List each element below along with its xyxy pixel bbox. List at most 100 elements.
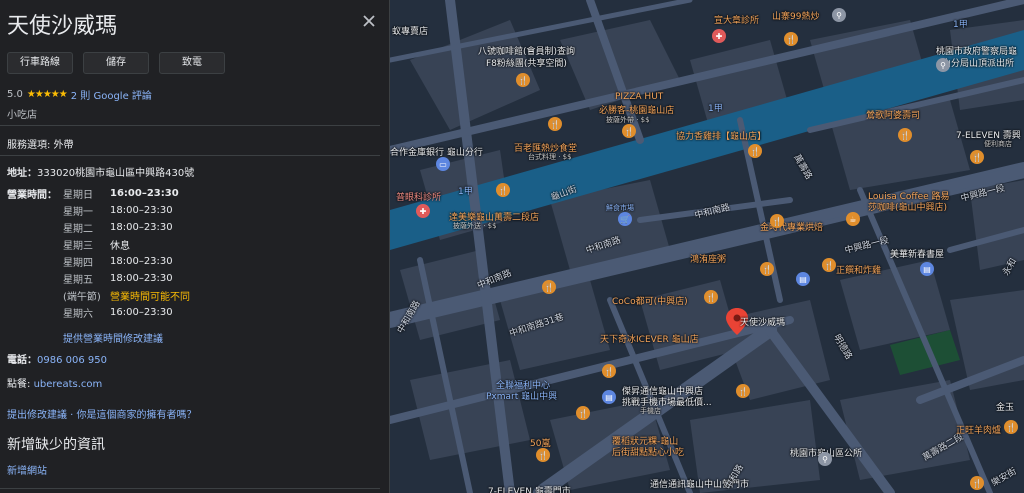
hours-time: 16:00–23:30 bbox=[110, 188, 179, 199]
address-label: 地址： bbox=[7, 168, 37, 179]
hours-day: 星期六 bbox=[63, 309, 93, 320]
restaurant-icon[interactable]: 🍴 bbox=[736, 384, 750, 398]
action-buttons: 行車路線 儲存 致電 bbox=[7, 52, 225, 74]
map-label[interactable]: F8粉絲團(共享空間) bbox=[486, 56, 567, 69]
address-row: 地址：333020桃園市龜山區中興路430號 bbox=[7, 164, 194, 179]
restaurant-icon[interactable]: 🍴 bbox=[496, 183, 510, 197]
restaurant-icon[interactable]: 🍴 bbox=[784, 32, 798, 46]
map-label[interactable]: PIZZA HUT bbox=[615, 92, 663, 102]
restaurant-icon[interactable]: 🍴 bbox=[704, 290, 718, 304]
restaurant-icon[interactable]: 🍴 bbox=[548, 117, 562, 131]
map-label[interactable]: Pxmart 龜山中興 bbox=[486, 389, 557, 402]
government-icon[interactable]: ⚲ bbox=[818, 452, 832, 466]
map-label[interactable]: 鶯歌阿婆壽司 bbox=[866, 108, 920, 121]
directions-button[interactable]: 行車路線 bbox=[7, 52, 73, 74]
restaurant-icon[interactable]: 🍴 bbox=[536, 448, 550, 462]
hours-time: 18:00–23:30 bbox=[110, 222, 173, 233]
rating-score: 5.0 bbox=[7, 89, 23, 100]
restaurant-icon[interactable]: 🍴 bbox=[898, 128, 912, 142]
hours-day: 星期日 bbox=[63, 190, 93, 201]
store-icon[interactable]: 🍴 bbox=[970, 150, 984, 164]
hours-row: 星期六 16:00–23:30 bbox=[7, 304, 307, 321]
hospital-icon[interactable]: ✚ bbox=[712, 29, 726, 43]
map-label: 1甲 bbox=[953, 20, 968, 30]
shopping-icon[interactable]: ▤ bbox=[602, 390, 616, 404]
map-label[interactable]: 天下奇冰ICEVER 龜山店 bbox=[600, 332, 699, 345]
hours-day: 星期三 bbox=[63, 241, 93, 252]
map-label[interactable]: 蚁專賣店 bbox=[392, 24, 428, 37]
bank-icon[interactable]: ▭ bbox=[436, 157, 450, 171]
restaurant-icon[interactable]: 🍴 bbox=[576, 406, 590, 420]
hospital-icon[interactable]: ✚ bbox=[416, 204, 430, 218]
map-label: 便利商店 bbox=[984, 140, 1012, 148]
map-label[interactable]: 合作金庫銀行 龜山分行 bbox=[390, 145, 483, 158]
order-link[interactable]: ubereats.com bbox=[34, 379, 103, 390]
suggest-edit-link[interactable]: 提出修改建議 · 你是這個商家的擁有者嗎？ bbox=[7, 406, 197, 421]
close-icon[interactable] bbox=[358, 10, 380, 32]
map-label: 台式料理 · $$ bbox=[528, 153, 572, 161]
add-website-link[interactable]: 新增網站 bbox=[7, 462, 47, 477]
category: 小吃店 bbox=[7, 110, 37, 121]
map-label[interactable]: CoCo都可(中興店) bbox=[612, 294, 688, 307]
map-label[interactable]: 挑戰手機市場最低價... bbox=[622, 395, 712, 408]
map-label[interactable]: 7-ELEVEN 龜壽門市 bbox=[488, 484, 571, 493]
map-label[interactable]: 普眼科診所 bbox=[396, 190, 441, 203]
bookstore-icon[interactable]: ▤ bbox=[920, 262, 934, 276]
map-label[interactable]: 金玉 bbox=[996, 400, 1014, 413]
map-label[interactable]: 正饌和炸雞 bbox=[836, 263, 881, 276]
restaurant-icon[interactable]: 🍴 bbox=[516, 73, 530, 87]
map-label[interactable]: 后街甜點點心小吃 bbox=[612, 445, 684, 458]
order-label: 點餐: bbox=[7, 379, 31, 390]
bakery-icon[interactable]: 🍴 bbox=[770, 214, 784, 228]
suggest-hours-link[interactable]: 提供營業時間修改建議 bbox=[63, 330, 163, 345]
phone-row: 電話：0986 006 950 bbox=[7, 351, 107, 366]
save-button[interactable]: 儲存 bbox=[83, 52, 149, 74]
restaurant-icon[interactable]: 🍴 bbox=[622, 124, 636, 138]
call-button[interactable]: 致電 bbox=[159, 52, 225, 74]
map-label[interactable]: 協力香雞排【龜山店】 bbox=[676, 129, 766, 142]
place-title: 天使沙威瑪 bbox=[7, 14, 118, 39]
map-label[interactable]: 鴻洧座粥 bbox=[690, 252, 726, 265]
hours-day: 星期一 bbox=[63, 207, 93, 218]
place-details-panel: 天使沙威瑪 行車路線 儲存 致電 5.0 ★★★★★ 2 則 Google 評論… bbox=[0, 0, 390, 493]
service-options: 服務選項: 外帶 bbox=[7, 140, 74, 151]
restaurant-icon[interactable]: 🍴 bbox=[760, 262, 774, 276]
map-label[interactable]: 山寨99熱炒 bbox=[772, 9, 819, 22]
map-label[interactable]: 美華新春書屋 bbox=[890, 247, 944, 260]
address-value[interactable]: 333020桃園市龜山區中興路430號 bbox=[37, 168, 194, 179]
map-label[interactable]: 正旺羊肉爐 bbox=[956, 423, 1001, 436]
rating-row: 5.0 ★★★★★ 2 則 Google 評論 bbox=[7, 87, 152, 102]
map-label[interactable]: 山分局山頂派出所 bbox=[942, 56, 1014, 69]
hours-time: 16:00–23:30 bbox=[110, 307, 173, 318]
hours-row: 星期五 18:00–23:30 bbox=[7, 270, 307, 287]
map-label: 1甲 bbox=[458, 187, 473, 197]
phone-value[interactable]: 0986 006 950 bbox=[37, 355, 107, 366]
restaurant-icon[interactable]: 🍴 bbox=[602, 364, 616, 378]
hours-row: (端午節) 營業時間可能不同 bbox=[7, 287, 307, 304]
order-row: 點餐: ubereats.com bbox=[7, 375, 102, 390]
divider bbox=[0, 125, 380, 126]
restaurant-icon[interactable]: 🍴 bbox=[748, 144, 762, 158]
hours-day: 星期五 bbox=[63, 275, 93, 286]
map-label: 披薩外送 · $$ bbox=[453, 222, 497, 230]
shopping-icon[interactable]: 🛒 bbox=[618, 212, 632, 226]
selected-place-label[interactable]: 天使沙威瑪 bbox=[740, 315, 785, 328]
map-label[interactable]: 莎咖啡(龜山中興店) bbox=[868, 200, 947, 213]
reviews-link[interactable]: 2 則 Google 評論 bbox=[71, 87, 152, 102]
map-label[interactable]: 宣大章診所 bbox=[714, 13, 759, 26]
cafe-icon[interactable]: ☕ bbox=[846, 212, 860, 226]
hours-row: 星期四 18:00–23:30 bbox=[7, 253, 307, 270]
restaurant-icon[interactable]: 🍴 bbox=[1004, 420, 1018, 434]
hours-row: 星期三 休息 bbox=[7, 236, 307, 253]
hours-time: 18:00–23:30 bbox=[110, 256, 173, 267]
restaurant-icon[interactable]: 🍴 bbox=[822, 258, 836, 272]
store-icon[interactable]: ▤ bbox=[796, 272, 810, 286]
restaurant-icon[interactable]: 🍴 bbox=[970, 476, 984, 490]
hours-day: (端午節) bbox=[63, 292, 101, 303]
restaurant-icon[interactable]: 🍴 bbox=[542, 280, 556, 294]
map-label[interactable]: 鮮食市場 bbox=[606, 203, 634, 213]
map-canvas[interactable]: 蚁專賣店 八號咖啡館(會員制)查詢 F8粉絲團(共享空間) 宣大章診所 山寨99… bbox=[390, 0, 1024, 493]
government-icon[interactable]: ⚲ bbox=[832, 8, 846, 22]
map-label[interactable]: 50嵐 bbox=[530, 436, 550, 449]
government-icon[interactable]: ⚲ bbox=[936, 58, 950, 72]
